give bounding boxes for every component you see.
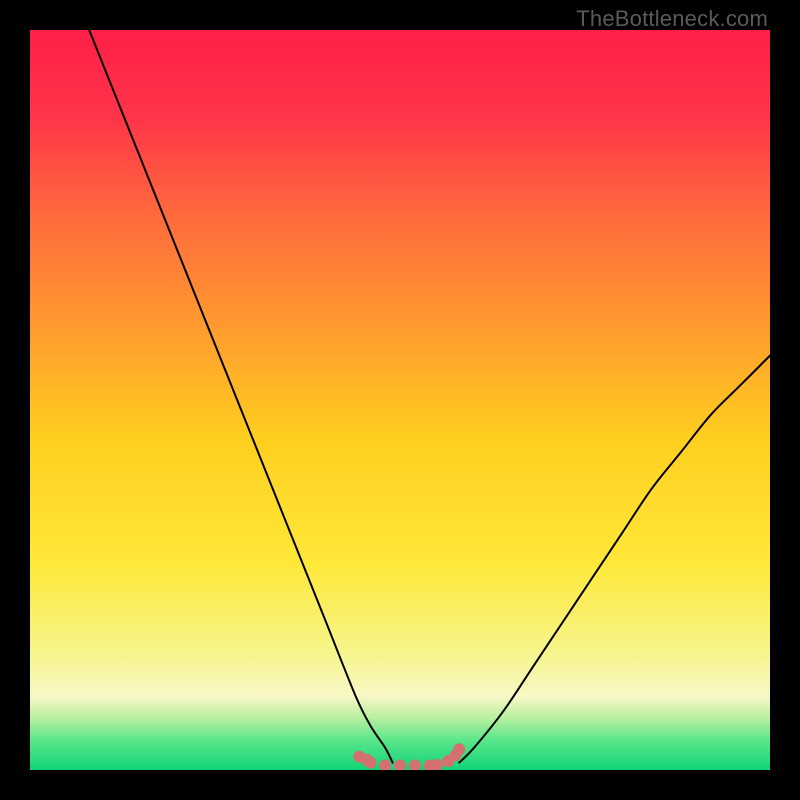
chart-curves — [30, 30, 770, 770]
left-curve — [89, 30, 392, 763]
watermark-text: TheBottleneck.com — [576, 6, 768, 32]
data-marker — [394, 760, 406, 770]
data-marker — [364, 757, 376, 769]
data-marker — [409, 760, 421, 770]
plot-area — [30, 30, 770, 770]
right-curve — [459, 356, 770, 763]
data-marker — [453, 743, 465, 755]
data-marker — [379, 760, 391, 770]
chart-frame: TheBottleneck.com — [0, 0, 800, 800]
